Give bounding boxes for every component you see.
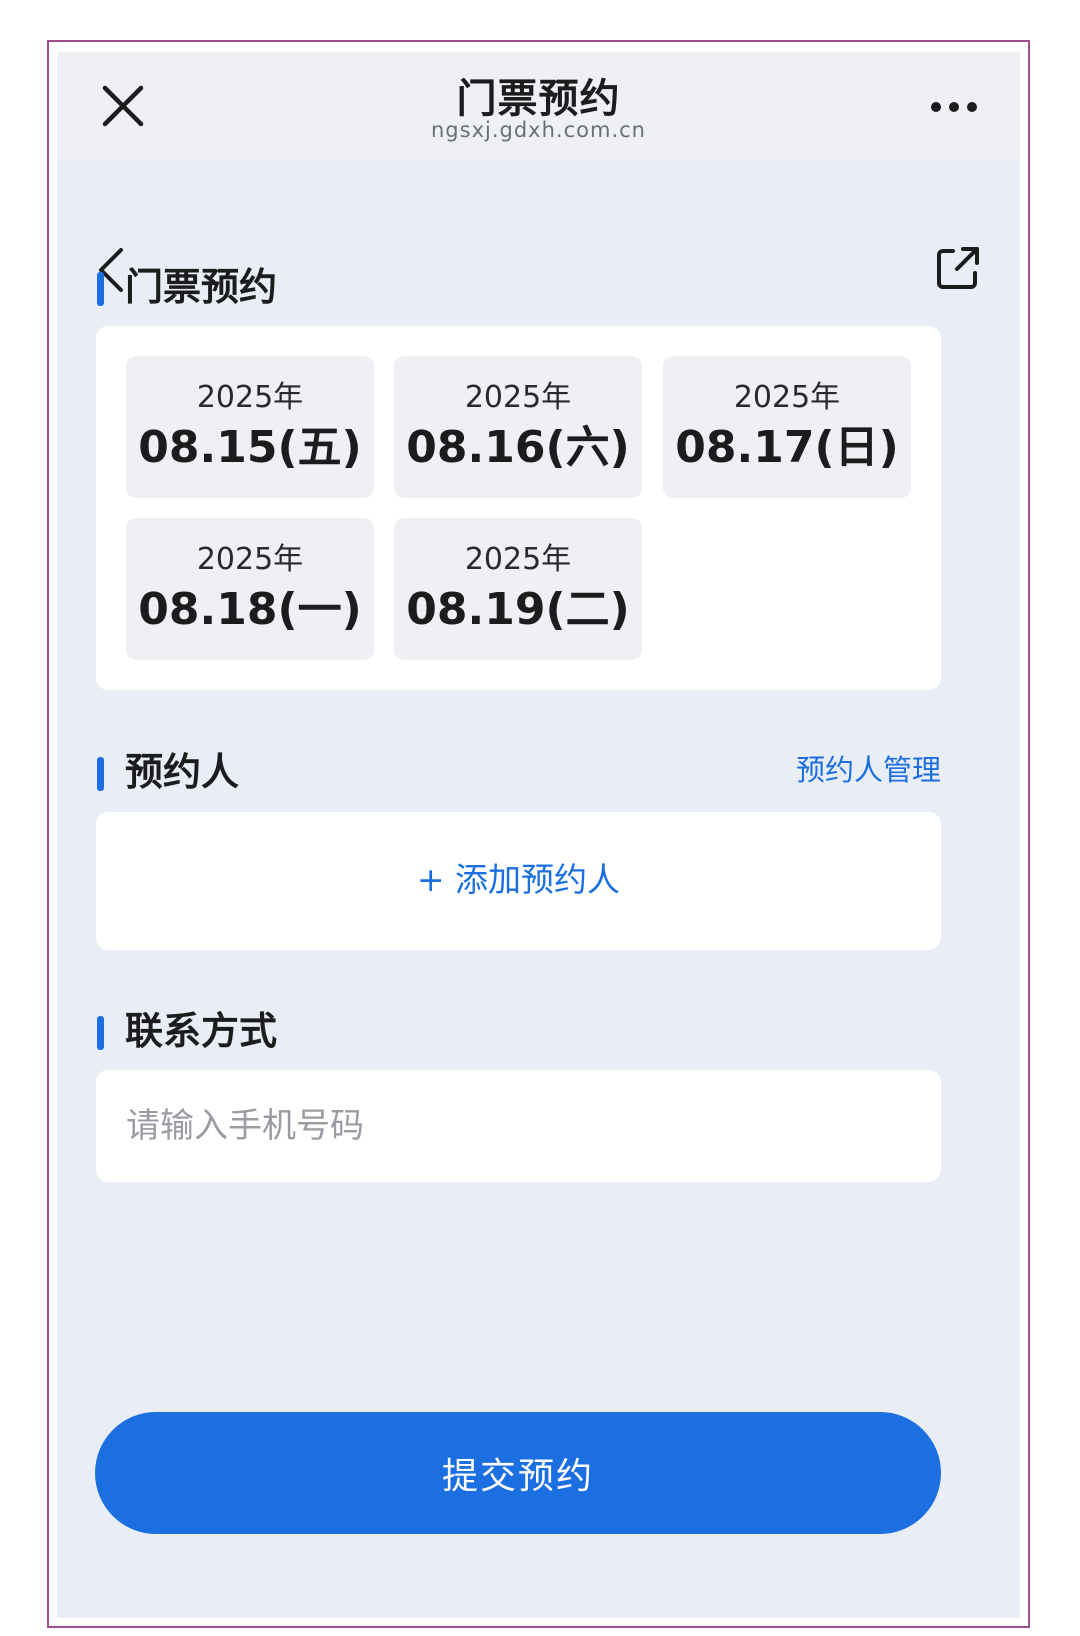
date-option-year: 2025年 xyxy=(196,380,304,415)
manage-visitors-link[interactable]: 预约人管理 xyxy=(773,750,941,790)
browser-title-bar: 门票预约 ngsxj.gdxh.com.cn xyxy=(57,52,1020,160)
date-option-year: 2025年 xyxy=(464,380,572,415)
add-visitor-label: + 添加预约人 xyxy=(416,860,621,899)
section-accent-bar xyxy=(97,1016,104,1050)
date-option-day: 08.18(一) xyxy=(138,584,362,635)
section-accent-bar xyxy=(97,757,104,791)
date-option-day: 08.17(日) xyxy=(675,422,899,473)
date-option[interactable]: 2025年 08.15(五) xyxy=(126,356,374,498)
phone-field-card xyxy=(96,1070,941,1182)
add-visitor-button[interactable]: + 添加预约人 xyxy=(96,812,941,950)
phone-input[interactable] xyxy=(126,1088,906,1164)
section-accent-bar xyxy=(97,272,104,306)
more-horizontal-icon[interactable] xyxy=(929,92,979,122)
section-title-tickets: 门票预约 xyxy=(125,265,278,309)
page-url: ngsxj.gdxh.com.cn xyxy=(431,118,646,142)
submit-reservation-button[interactable]: 提交预约 xyxy=(95,1412,941,1534)
date-option-year: 2025年 xyxy=(196,542,304,577)
date-option[interactable]: 2025年 08.18(一) xyxy=(126,518,374,660)
section-title-contact: 联系方式 xyxy=(125,1009,278,1053)
app-screen: 门票预约 ngsxj.gdxh.com.cn 门票预约 2025年 08.15(… xyxy=(57,52,1020,1618)
date-option[interactable]: 2025年 08.19(二) xyxy=(394,518,642,660)
page-title: 门票预约 xyxy=(456,76,621,122)
date-option-day: 08.15(五) xyxy=(138,422,362,473)
external-share-icon[interactable] xyxy=(935,245,981,291)
date-option-day: 08.19(二) xyxy=(406,584,630,635)
date-option[interactable]: 2025年 08.16(六) xyxy=(394,356,642,498)
date-option-year: 2025年 xyxy=(464,542,572,577)
date-option-year: 2025年 xyxy=(733,380,841,415)
date-option-day: 08.16(六) xyxy=(406,422,630,473)
date-option[interactable]: 2025年 08.17(日) xyxy=(663,356,911,498)
section-title-visitor: 预约人 xyxy=(125,750,240,794)
date-selection-card: 2025年 08.15(五) 2025年 08.16(六) 2025年 08.1… xyxy=(96,326,941,690)
